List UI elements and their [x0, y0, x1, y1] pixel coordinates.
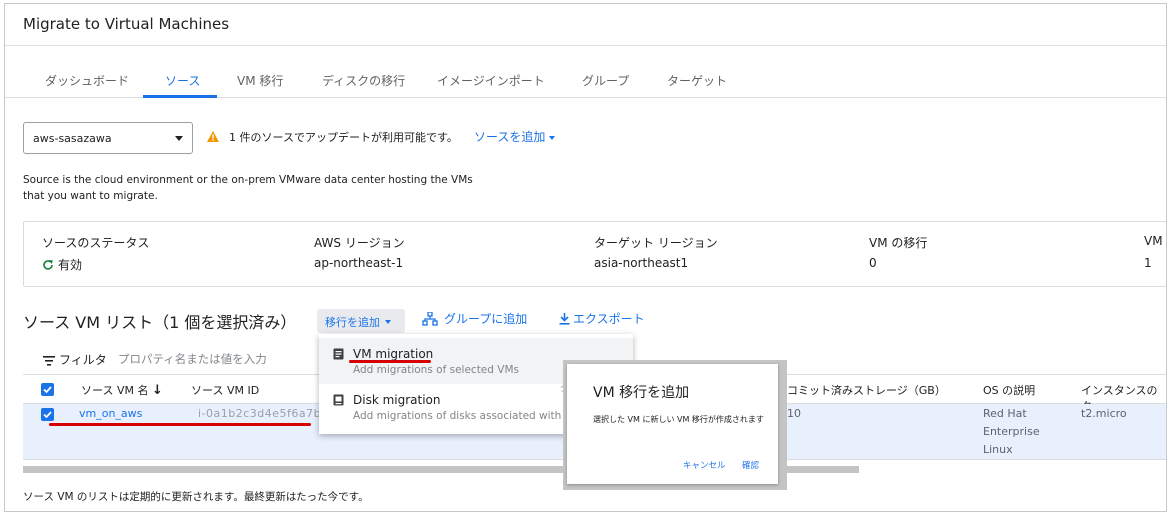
menu-item-title: Disk migration	[353, 393, 441, 407]
column-header-vm-id[interactable]: ソース VM ID	[191, 382, 259, 398]
warning-icon	[207, 131, 219, 142]
vm-id-value: i-0a1b2c3d4e5f6a7b8	[198, 407, 329, 420]
source-select-value: aws-sasazawa	[33, 132, 112, 145]
arrow-down-icon: ↓	[151, 383, 163, 398]
target-region-label: ターゲット リージョン	[594, 236, 718, 250]
menu-item-title: VM migration	[353, 347, 434, 361]
caret-down-icon	[175, 136, 183, 141]
app-frame: Migrate to Virtual Machines ダッシュボード ソース …	[4, 3, 1167, 512]
menu-item-subtitle: Add migrations of disks associated with …	[353, 410, 577, 422]
add-vm-migration-dialog: VM 移行を追加 選択した VM に新しい VM 移行が作成されます キャンセル…	[567, 364, 778, 484]
annotation-underline-row	[49, 423, 311, 426]
tab-disk-migration[interactable]: ディスクの移行	[322, 72, 405, 89]
page-title: Migrate to Virtual Machines	[23, 15, 230, 33]
update-notice: 1 件のソースでアップデートが利用可能です。	[229, 131, 458, 144]
tab-targets[interactable]: ターゲット	[667, 72, 727, 89]
filter-icon	[43, 356, 55, 366]
download-icon	[559, 313, 570, 325]
active-tab-indicator	[143, 95, 217, 98]
add-source-button[interactable]: ソースを追加	[474, 128, 556, 145]
os-value-line-2: Enterprise	[983, 425, 1040, 438]
tab-dashboard[interactable]: ダッシュボード	[45, 72, 129, 89]
menu-item-subtitle: Add migrations of selected VMs	[353, 364, 519, 376]
vm-extra-label: VM	[1144, 234, 1163, 248]
filter-button[interactable]: フィルタ	[43, 351, 107, 368]
instance-type-value: t2.micro	[1081, 407, 1127, 420]
aws-region-value: ap-northeast-1	[314, 256, 404, 270]
document-icon	[333, 348, 344, 360]
check-icon	[43, 386, 52, 394]
confirm-button[interactable]: 確認	[742, 459, 759, 471]
vm-extra-value: 1	[1144, 256, 1152, 270]
dialog-title: VM 移行を追加	[593, 385, 690, 401]
source-vm-list-title: ソース VM リスト（1 個を選択済み）	[23, 313, 297, 332]
vm-name-link[interactable]: vm_on_aws	[79, 405, 142, 423]
export-button[interactable]: エクスポート	[559, 310, 645, 327]
vm-migrations-label: VM の移行	[869, 236, 928, 250]
row-checkbox[interactable]	[41, 408, 54, 421]
tab-image-import[interactable]: イメージインポート	[437, 72, 545, 89]
annotation-underline-menu	[349, 360, 431, 363]
vm-migrations-value: 0	[869, 256, 877, 270]
group-icon	[422, 311, 438, 326]
title-bar: Migrate to Virtual Machines	[5, 4, 1166, 46]
source-select[interactable]: aws-sasazawa	[23, 122, 193, 154]
add-to-group-button[interactable]: グループに追加	[422, 310, 527, 327]
disk-icon	[333, 394, 344, 406]
select-all-checkbox[interactable]	[41, 383, 54, 396]
aws-region-label: AWS リージョン	[314, 236, 405, 250]
source-status-value: 有効	[42, 256, 82, 273]
tab-vm-migration[interactable]: VM 移行	[237, 72, 283, 89]
tab-sources[interactable]: ソース	[165, 72, 200, 89]
dialog-backdrop: VM 移行を追加 選択した VM に新しい VM 移行が作成されます キャンセル…	[563, 360, 787, 490]
filter-input[interactable]: プロパティ名または値を入力	[118, 351, 267, 367]
check-icon	[43, 411, 52, 419]
caret-down-icon	[549, 135, 556, 140]
add-migration-button[interactable]: 移行を追加	[317, 309, 405, 333]
os-value-line-3: Linux	[983, 443, 1013, 456]
tab-groups[interactable]: グループ	[582, 72, 629, 89]
source-description: Source is the cloud environment or the o…	[23, 174, 473, 202]
column-header-vm-name[interactable]: ソース VM 名 ↓	[81, 382, 163, 398]
storage-value: 10	[787, 407, 801, 420]
refresh-note: ソース VM のリストは定期的に更新されます。最終更新はたった今です。	[23, 491, 369, 503]
refresh-check-icon	[43, 260, 53, 270]
column-header-os[interactable]: OS の説明	[983, 382, 1035, 398]
source-status-label: ソースのステータス	[42, 236, 150, 250]
source-status-panel: ソースのステータス 有効 AWS リージョン ap-northeast-1 ター…	[23, 221, 1166, 287]
caret-down-icon	[385, 320, 391, 324]
cancel-button[interactable]: キャンセル	[683, 459, 726, 471]
os-value-line-1: Red Hat	[983, 407, 1027, 420]
column-header-storage[interactable]: コミット済みストレージ（GB）	[787, 382, 946, 398]
tab-bar: ダッシュボード ソース VM 移行 ディスクの移行 イメージインポート グループ…	[5, 64, 1166, 98]
dialog-body: 選択した VM に新しい VM 移行が作成されます	[593, 415, 764, 424]
target-region-value: asia-northeast1	[594, 256, 689, 270]
